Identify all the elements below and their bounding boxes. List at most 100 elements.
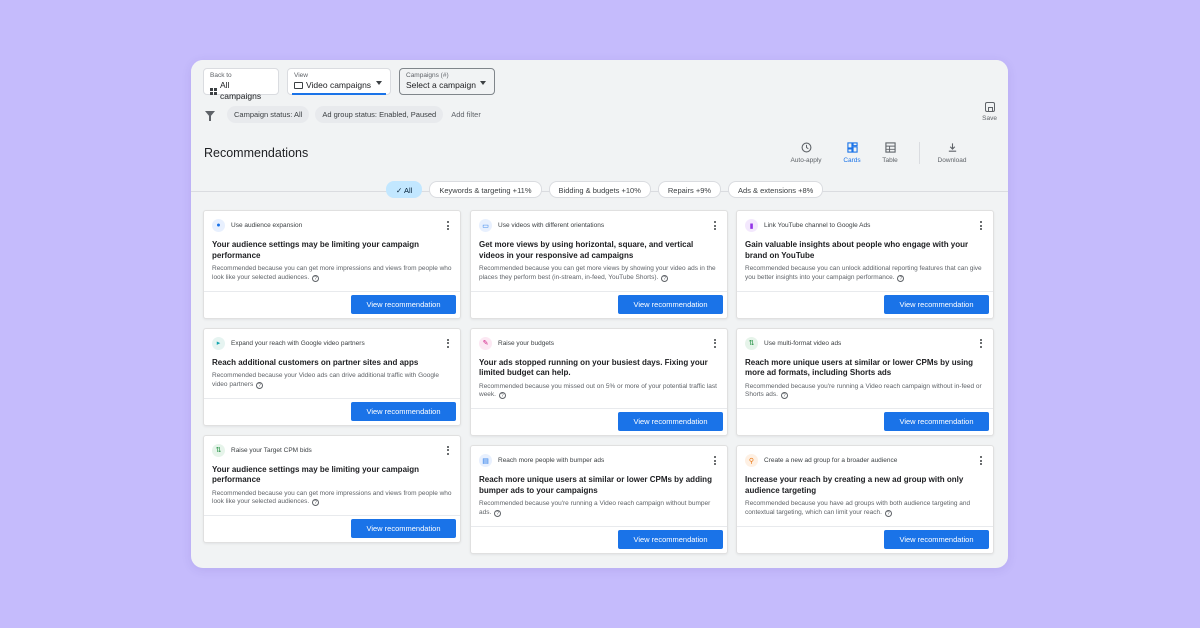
download-label: Download	[937, 157, 967, 164]
view-recommendation-button[interactable]: View recommendation	[351, 519, 456, 539]
card-reason: Recommended because you have ad groups w…	[745, 500, 971, 516]
category-chip-ads[interactable]: Ads & extensions +8%	[728, 181, 824, 198]
table-view-button[interactable]: Table	[873, 142, 907, 164]
recommendation-card: ▤ Reach more people with bumper ads Reach…	[470, 445, 728, 554]
view-recommendation-button[interactable]: View recommendation	[884, 294, 989, 314]
save-label: Save	[982, 115, 997, 122]
category-chip-bidding[interactable]: Bidding & budgets +10%	[548, 181, 651, 198]
view-recommendation-button[interactable]: View recommendation	[351, 401, 456, 421]
card-reason: Recommended because you can get more imp…	[212, 265, 452, 281]
help-icon[interactable]: ?	[494, 509, 502, 517]
card-headline: Gain valuable insights about people who …	[745, 240, 969, 260]
recommendation-column-2: ▭ Use videos with different orientations …	[470, 210, 728, 563]
card-category: Expand your reach with Google video part…	[231, 339, 365, 347]
cards-view-button[interactable]: Cards	[835, 142, 869, 164]
more-options-icon[interactable]	[444, 221, 452, 230]
toolbar-divider	[919, 142, 920, 164]
help-icon[interactable]: ?	[884, 509, 892, 517]
help-icon[interactable]: ?	[498, 392, 506, 400]
help-icon[interactable]: ?	[312, 274, 320, 282]
card-headline: Increase your reach by creating a new ad…	[745, 475, 964, 495]
recommendation-column-1: ● Use audience expansion Your audience se…	[203, 210, 461, 552]
more-options-icon[interactable]	[711, 338, 719, 348]
card-category: Raise your budgets	[498, 339, 555, 347]
back-main-label: All campaigns	[220, 80, 262, 101]
campaign-main-label: Select a campaign	[406, 80, 476, 90]
bids-icon: ⇅	[212, 443, 225, 457]
bar-chart-icon: ▮	[745, 219, 758, 232]
help-icon[interactable]: ?	[780, 392, 788, 400]
card-reason: Recommended because you can unlock addit…	[745, 265, 982, 281]
help-icon[interactable]: ?	[312, 499, 320, 507]
download-button[interactable]: Download	[932, 142, 972, 164]
card-headline: Reach additional customers on partner si…	[212, 357, 419, 367]
view-recommendation-button[interactable]: View recommendation	[618, 294, 723, 314]
table-label: Table	[882, 157, 898, 164]
video-orientation-icon: ▭	[479, 219, 492, 232]
card-headline: Your ads stopped running on your busiest…	[479, 357, 708, 378]
table-icon	[884, 142, 896, 153]
selected-underline	[292, 93, 386, 95]
more-options-icon[interactable]	[711, 221, 719, 230]
view-recommendation-button[interactable]: View recommendation	[618, 412, 723, 432]
campaign-sub-label: Campaigns (#)	[406, 72, 449, 79]
filter-icon[interactable]	[205, 111, 215, 121]
recommendation-card: ⇅ Use multi-format video ads Reach more u…	[736, 327, 994, 437]
view-toolbar: Auto-apply Cards Table Download	[777, 142, 972, 164]
grid-icon	[210, 87, 217, 95]
card-headline: Reach more unique users at similar or lo…	[479, 475, 712, 495]
filter-row: Campaign status: All Ad group status: En…	[205, 105, 481, 123]
view-recommendation-button[interactable]: View recommendation	[618, 529, 723, 549]
card-reason: Recommended because you can get more imp…	[212, 489, 452, 506]
multi-format-icon: ⇅	[745, 336, 758, 350]
history-icon	[801, 142, 811, 153]
cards-icon	[846, 142, 858, 153]
more-options-icon[interactable]	[711, 456, 719, 466]
more-options-icon[interactable]	[977, 456, 985, 466]
more-options-icon[interactable]	[977, 338, 985, 348]
person-icon: ●	[212, 219, 225, 232]
download-icon	[948, 143, 956, 152]
video-icon	[294, 82, 303, 89]
expand-icon: ▸	[212, 336, 225, 350]
recommendation-card: ▮ Link YouTube channel to Google Ads Gain…	[736, 210, 994, 319]
card-headline: Your audience settings may be limiting y…	[212, 464, 420, 485]
recommendation-column-3: ▮ Link YouTube channel to Google Ads Gain…	[736, 210, 994, 563]
more-options-icon[interactable]	[444, 338, 452, 348]
category-chip-keywords[interactable]: Keywords & targeting +11%	[429, 181, 542, 198]
category-chip-all[interactable]: All	[386, 181, 423, 198]
card-reason: Recommended because your Video ads can d…	[212, 372, 440, 388]
help-icon[interactable]: ?	[897, 274, 905, 282]
recommendation-card: ⚲ Create a new ad group for a broader aud…	[736, 445, 994, 554]
add-filter-link[interactable]: Add filter	[451, 110, 481, 119]
card-reason: Recommended because you're running a Vid…	[479, 500, 711, 516]
view-recommendation-button[interactable]: View recommendation	[884, 412, 989, 432]
more-options-icon[interactable]	[444, 445, 452, 455]
filter-chip-campaign-status[interactable]: Campaign status: All	[227, 105, 310, 123]
save-button[interactable]: Save	[982, 102, 997, 122]
card-category: Use audience expansion	[231, 222, 303, 229]
category-chip-repairs[interactable]: Repairs +9%	[657, 181, 722, 198]
top-bar: Back to All campaigns View Video campaig…	[191, 60, 1008, 192]
auto-apply-label: Auto-apply	[790, 157, 822, 164]
cards-label: Cards	[843, 157, 861, 164]
card-reason: Recommended because you can get more vie…	[479, 265, 716, 281]
more-options-icon[interactable]	[977, 221, 985, 230]
page-title: Recommendations	[204, 146, 309, 160]
recommendation-card: ✎ Raise your budgets Your ads stopped run…	[470, 327, 728, 437]
view-recommendation-button[interactable]: View recommendation	[351, 294, 456, 314]
card-category: Raise your Target CPM bids	[231, 446, 312, 454]
back-to-all-campaigns-selector[interactable]: Back to All campaigns	[203, 68, 279, 101]
recommendation-card: ▭ Use videos with different orientations …	[470, 210, 728, 319]
card-reason: Recommended because you missed out on 5%…	[479, 382, 717, 399]
view-selector[interactable]: View Video campaigns	[287, 68, 391, 95]
card-category: Use videos with different orientations	[498, 222, 605, 229]
card-headline: Get more views by using horizontal, squa…	[479, 240, 694, 260]
filter-chip-ad-group-status[interactable]: Ad group status: Enabled, Paused	[315, 105, 444, 123]
help-icon[interactable]: ?	[256, 381, 264, 389]
campaign-selector[interactable]: Campaigns (#) Select a campaign	[399, 68, 495, 95]
auto-apply-button[interactable]: Auto-apply	[789, 142, 823, 164]
chevron-down-icon	[376, 81, 382, 85]
view-recommendation-button[interactable]: View recommendation	[884, 529, 989, 549]
help-icon[interactable]: ?	[661, 274, 669, 282]
